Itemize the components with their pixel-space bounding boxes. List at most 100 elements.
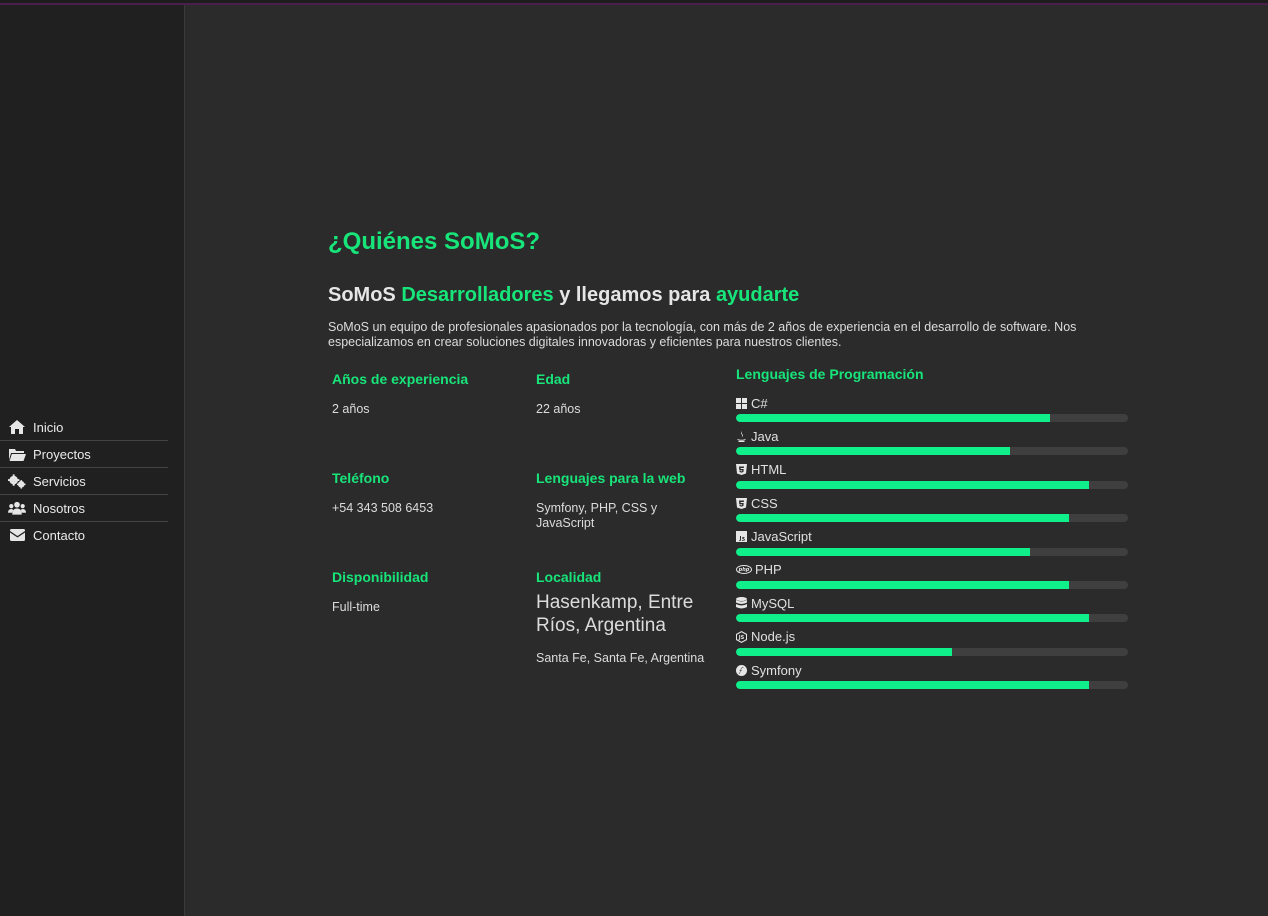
nav-item-nosotros[interactable]: Nosotros (0, 495, 168, 522)
css3-icon (736, 497, 747, 509)
page-title: ¿Quiénes SoMoS? (328, 228, 541, 255)
sidebar-nav: Inicio Proyectos Servicios Nosotros Cont… (0, 414, 168, 548)
skill-header: CSS (736, 495, 1128, 511)
skill-header: Symfony (736, 662, 1128, 678)
skill-name: C# (751, 395, 768, 411)
skill-name: HTML (751, 462, 787, 478)
envelope-icon (8, 527, 26, 543)
skill-progress-fill (736, 614, 1089, 623)
skill-php: php PHP (736, 562, 1128, 595)
skills-list: C# Java HTML CSS JavaScript php PHP MySQL JS Node… (736, 395, 1128, 696)
intro-paragraph: SoMoS un equipo de profesionales apasion… (328, 320, 1077, 349)
info-experience: Años de experiencia 2 años (332, 371, 522, 417)
skills-panel: Lenguajes de Programación C# Java HTML CSS J… (736, 366, 1128, 696)
skill-progress-bar (736, 614, 1128, 623)
nav-item-servicios[interactable]: Servicios (0, 468, 168, 495)
skill-header: MySQL (736, 595, 1128, 611)
skill-progress-fill (736, 514, 1070, 523)
skill-progress-fill (736, 681, 1089, 690)
skill-header: JavaScript (736, 529, 1128, 545)
skill-mysql: MySQL (736, 595, 1128, 628)
html5-icon (736, 464, 747, 476)
skill-header: php PHP (736, 562, 1128, 578)
svg-text:JS: JS (738, 635, 745, 641)
java-icon (736, 430, 747, 442)
skill-progress-bar (736, 647, 1128, 656)
nav-item-label: Nosotros (33, 500, 86, 516)
subtitle-highlight-help: ayudarte (715, 284, 800, 306)
folder-open-icon (8, 446, 26, 462)
gears-icon (8, 473, 26, 489)
skill-name: CSS (751, 495, 778, 511)
skill-progress-bar (736, 514, 1128, 523)
subtitle-highlight-developers: Desarrolladores (401, 284, 554, 306)
info-label: Lenguajes para la web (536, 470, 686, 486)
skill-html: HTML (736, 462, 1128, 495)
skill-name: MySQL (751, 595, 795, 611)
nav-item-label: Servicios (33, 473, 86, 489)
info-location: Localidad Hasenkamp, Entre Ríos, Argenti… (536, 569, 721, 665)
info-value: 2 años (332, 402, 370, 416)
skill-progress-fill (736, 580, 1070, 589)
sidebar: Inicio Proyectos Servicios Nosotros Cont… (0, 5, 185, 916)
svg-text:php: php (738, 568, 750, 574)
skill-node-js: JS Node.js (736, 629, 1128, 662)
section-subtitle: SoMoS Desarrolladores y llegamos para ay… (328, 284, 799, 307)
home-icon (8, 419, 26, 435)
skill-c: C# (736, 395, 1128, 428)
windows-icon (736, 397, 747, 409)
skill-header: JS Node.js (736, 629, 1128, 645)
skill-progress-bar (736, 414, 1128, 422)
skill-progress-fill (736, 447, 1011, 456)
js-icon (736, 531, 747, 543)
info-value: Full-time (332, 600, 380, 614)
info-web-languages: Lenguajes para la web Symfony, PHP, CSS … (536, 470, 686, 531)
skill-progress-bar (736, 681, 1128, 690)
info-label: Localidad (536, 569, 602, 585)
nav-item-contacto[interactable]: Contacto (0, 522, 168, 548)
subtitle-text: y llegamos para (553, 284, 716, 306)
skill-progress-bar (736, 580, 1128, 589)
database-icon (736, 597, 747, 609)
nav-item-label: Inicio (33, 419, 64, 435)
info-label: Edad (536, 371, 571, 387)
info-label: Años de experiencia (332, 371, 469, 387)
nodejs-icon: JS (736, 630, 747, 643)
skill-javascript: JavaScript (736, 529, 1128, 562)
info-sub-value: Santa Fe, Santa Fe, Argentina (536, 651, 705, 665)
skill-progress-bar (736, 447, 1128, 456)
top-border (0, 0, 1268, 5)
skill-progress-bar (736, 547, 1128, 556)
php-icon: php (736, 564, 752, 575)
info-value: Symfony, PHP, CSS y JavaScript (536, 501, 658, 530)
skills-title: Lenguajes de Programación (736, 366, 924, 382)
info-label: Teléfono (332, 470, 390, 486)
skill-name: PHP (755, 562, 782, 578)
info-value: Hasenkamp, Entre Ríos, Argentina (536, 592, 694, 636)
nav-item-inicio[interactable]: Inicio (0, 414, 168, 441)
skill-header: C# (736, 395, 1128, 411)
skill-progress-fill (736, 547, 1030, 556)
info-label: Disponibilidad (332, 569, 429, 585)
skill-header: Java (736, 428, 1128, 444)
skill-symfony: Symfony (736, 662, 1128, 695)
skill-css: CSS (736, 495, 1128, 528)
skill-name: Node.js (751, 629, 796, 645)
users-icon (8, 500, 26, 516)
skill-progress-fill (736, 480, 1089, 489)
nav-item-label: Proyectos (33, 446, 91, 462)
nav-item-proyectos[interactable]: Proyectos (0, 441, 168, 468)
symfony-icon (736, 664, 747, 676)
nav-item-label: Contacto (33, 527, 86, 543)
skill-java: Java (736, 428, 1128, 461)
subtitle-text: SoMoS (328, 284, 402, 306)
skill-header: HTML (736, 462, 1128, 478)
info-age: Edad 22 años (536, 371, 726, 417)
skill-name: Java (751, 428, 779, 444)
info-phone: Teléfono +54 343 508 6453 (332, 470, 522, 516)
skill-name: JavaScript (751, 529, 812, 545)
info-availability: Disponibilidad Full-time (332, 569, 522, 615)
info-value: 22 años (536, 402, 581, 416)
info-value: +54 343 508 6453 (332, 501, 434, 515)
skill-progress-bar (736, 480, 1128, 489)
